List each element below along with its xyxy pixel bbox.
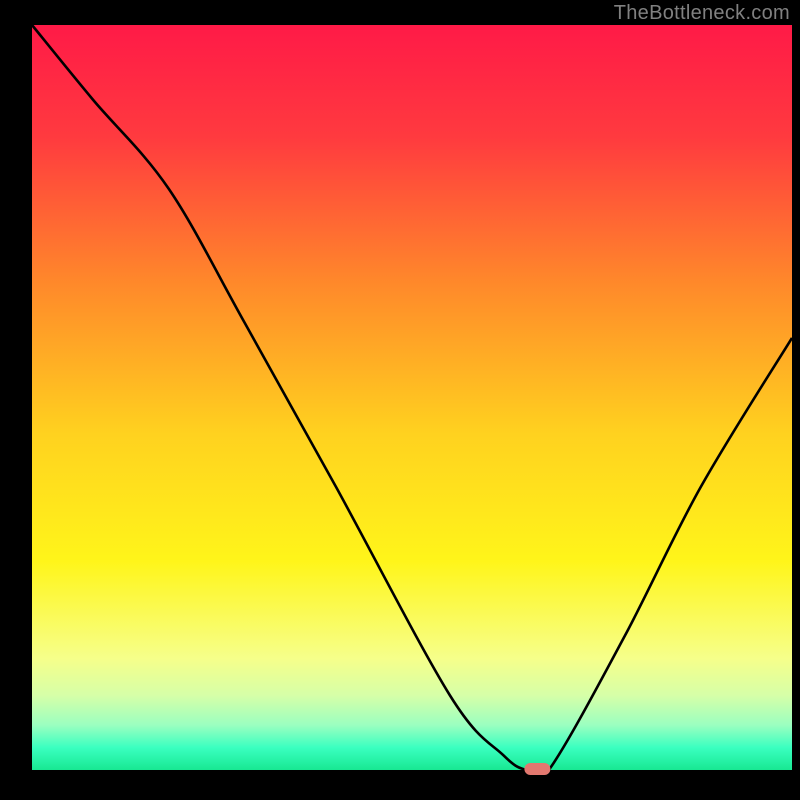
gradient-background: [32, 25, 792, 770]
bottleneck-chart: [0, 0, 800, 800]
plot-area: [32, 25, 792, 781]
watermark-text: TheBottleneck.com: [614, 2, 790, 25]
chart-frame: TheBottleneck.com: [0, 0, 800, 800]
optimal-point-marker: [524, 763, 550, 775]
